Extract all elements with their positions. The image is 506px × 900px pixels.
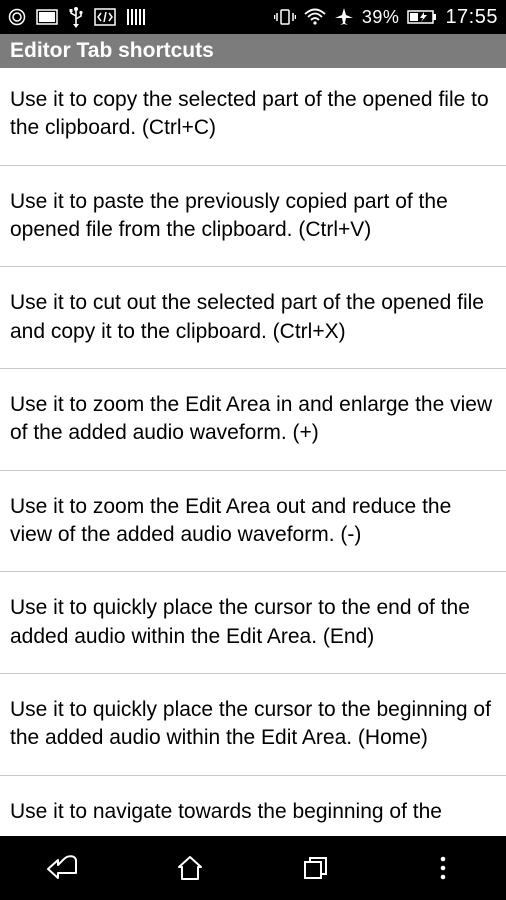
- recent-apps-button[interactable]: [253, 836, 380, 900]
- usb-icon: [68, 6, 84, 28]
- home-button[interactable]: [127, 836, 254, 900]
- list-item-text: Use it to paste the previously copied pa…: [10, 190, 448, 241]
- status-right: 39% 17:55: [274, 6, 498, 29]
- page-title: Editor Tab shortcuts: [10, 39, 214, 63]
- status-bar: 39% 17:55: [0, 0, 506, 34]
- back-button[interactable]: [0, 836, 127, 900]
- list-item[interactable]: Use it to quickly place the cursor to th…: [0, 674, 506, 776]
- status-left: [8, 6, 146, 28]
- battery-percentage: 39%: [362, 7, 400, 28]
- list-item[interactable]: Use it to cut out the selected part of t…: [0, 267, 506, 369]
- code-icon: [94, 8, 116, 26]
- list-item-text: Use it to zoom the Edit Area out and red…: [10, 495, 451, 546]
- barcode-icon: [126, 8, 146, 26]
- list-item-text: Use it to zoom the Edit Area in and enla…: [10, 393, 492, 444]
- card-icon: [36, 9, 58, 25]
- app-header: Editor Tab shortcuts: [0, 34, 506, 68]
- record-icon: [8, 8, 26, 26]
- battery-icon: [407, 9, 437, 25]
- list-item-text: Use it to navigate towards the beginning…: [10, 800, 442, 823]
- list-item[interactable]: Use it to paste the previously copied pa…: [0, 166, 506, 268]
- clock: 17:55: [445, 6, 498, 29]
- list-item-text: Use it to quickly place the cursor to th…: [10, 596, 470, 647]
- list-item-text: Use it to copy the selected part of the …: [10, 88, 489, 139]
- list-item[interactable]: Use it to copy the selected part of the …: [0, 68, 506, 166]
- list-item[interactable]: Use it to quickly place the cursor to th…: [0, 572, 506, 674]
- list-item[interactable]: Use it to navigate towards the beginning…: [0, 776, 506, 832]
- list-item-text: Use it to cut out the selected part of t…: [10, 291, 484, 342]
- list-item-text: Use it to quickly place the cursor to th…: [10, 698, 491, 749]
- shortcut-list[interactable]: Use it to copy the selected part of the …: [0, 68, 506, 836]
- vibrate-icon: [274, 8, 296, 26]
- list-item[interactable]: Use it to zoom the Edit Area out and red…: [0, 471, 506, 573]
- navigation-bar: [0, 836, 506, 900]
- menu-button[interactable]: [380, 836, 506, 900]
- wifi-icon: [304, 8, 326, 26]
- list-item[interactable]: Use it to zoom the Edit Area in and enla…: [0, 369, 506, 471]
- airplane-icon: [334, 7, 354, 27]
